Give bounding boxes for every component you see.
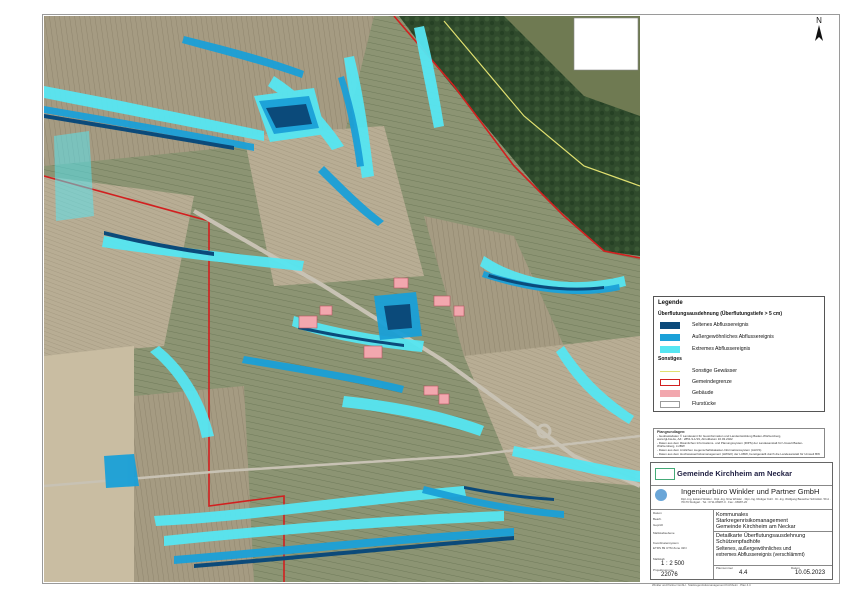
legend-label: Gebäude — [692, 390, 714, 396]
notes-line: - Daten aus dem Hochwasserrisikomanageme… — [657, 451, 820, 456]
swatch-boundary — [660, 378, 680, 386]
map-inset-box — [573, 17, 639, 71]
plan-number-label: Plannummer — [716, 566, 734, 570]
map-canvas[interactable] — [44, 16, 640, 582]
legend-item-watercourse: Sonstige Gewässer — [660, 367, 737, 375]
divider — [713, 531, 832, 532]
swatch-building — [660, 389, 680, 397]
title-meta: Datum Bearb. Geprüft Maßstabsebene Koord… — [651, 509, 714, 579]
project-title: Kommunales Starkregenrisikomanagement Ge… — [716, 512, 795, 531]
swatch-exceptional — [660, 333, 680, 341]
legend-item-building: Gebäude — [660, 389, 713, 397]
title-grid: Datum Bearb. Geprüft Maßstabsebene Koord… — [651, 509, 832, 579]
aerial-flood-map — [44, 16, 640, 582]
plan-basis-notes: Plangrundlagen: - Geobasisdaten © Landes… — [653, 428, 825, 458]
legend-label: Außergewöhnliches Abflussereignis — [692, 334, 774, 340]
meta-cell: ETRS 89 UTM Zone 32N — [653, 546, 687, 550]
client-row: Gemeinde Kirchheim am Neckar — [651, 463, 832, 486]
legend-panel: Legende Überflutungsausdehnung (Überflut… — [653, 296, 825, 412]
client-name: Gemeinde Kirchheim am Neckar — [677, 469, 793, 478]
legend-label: Gemeindegrenze — [692, 379, 732, 385]
municipality-logo-icon — [655, 468, 675, 480]
swatch-watercourse — [660, 370, 680, 372]
legend-label: Seltenes Abflussereignis — [692, 322, 749, 328]
legend-title: Legende — [658, 300, 683, 306]
legend-item-rare: Seltenes Abflussereignis — [660, 321, 749, 329]
legend-item-parcel: Flurstücke — [660, 400, 716, 408]
legend-other-heading: Sonstiges — [658, 356, 682, 362]
firm-address: Dipl.-Ing. Eckard Winkler · Dipl.-Ing. N… — [681, 497, 831, 505]
event-description: Seltenes, außergewöhnliches und extremes… — [716, 546, 805, 559]
legend-item-exceptional: Außergewöhnliches Abflussereignis — [660, 333, 774, 341]
map-title: Detailkarte Überflutungsausdehnung Schüt… — [716, 533, 805, 545]
footer-path: Winkler und Partner GmbH · Starkregenris… — [652, 583, 751, 587]
legend-label: Extremes Abflussereignis — [692, 346, 751, 352]
map-title-line: Schützenpfadhöfe — [716, 539, 761, 546]
swatch-parcel — [660, 400, 680, 408]
project-line: Gemeinde Kirchheim am Neckar — [716, 524, 796, 531]
title-description: Kommunales Starkregenrisikomanagement Ge… — [713, 509, 832, 579]
firm-row: Ingenieurbüro Winkler und Partner GmbH D… — [651, 485, 832, 510]
legend-item-boundary: Gemeindegrenze — [660, 378, 732, 386]
meta-cell: Maßstabsebene — [653, 531, 675, 535]
legend-label: Flurstücke — [692, 401, 716, 407]
north-arrow-icon — [815, 25, 823, 41]
project-number: 22076 — [661, 572, 678, 578]
firm-logo-icon — [655, 489, 667, 501]
title-block: Gemeinde Kirchheim am Neckar Ingenieurbü… — [650, 462, 833, 580]
swatch-extreme — [660, 345, 680, 353]
legend-flood-heading: Überflutungsausdehnung (Überflutungstief… — [658, 311, 783, 317]
scale-value: 1 : 2 500 — [661, 561, 685, 567]
meta-cell: Datum — [653, 511, 662, 515]
event-line: extremes Abflussereignis (verschlämmt) — [716, 551, 805, 558]
legend-item-extreme: Extremes Abflussereignis — [660, 345, 750, 353]
north-arrow: N — [808, 16, 830, 46]
legend-label: Sonstige Gewässer — [692, 368, 737, 374]
meta-cell: Bearb. — [653, 517, 662, 521]
north-label: N — [816, 16, 822, 25]
firm-name: Ingenieurbüro Winkler und Partner GmbH — [681, 487, 820, 496]
swatch-rare — [660, 321, 680, 329]
meta-cell: Geprüft — [653, 523, 664, 527]
meta-cell: Koordinatensystem — [653, 541, 679, 545]
plan-date: 10.05.2023 — [795, 570, 826, 576]
plan-number: 4.4 — [739, 570, 748, 576]
